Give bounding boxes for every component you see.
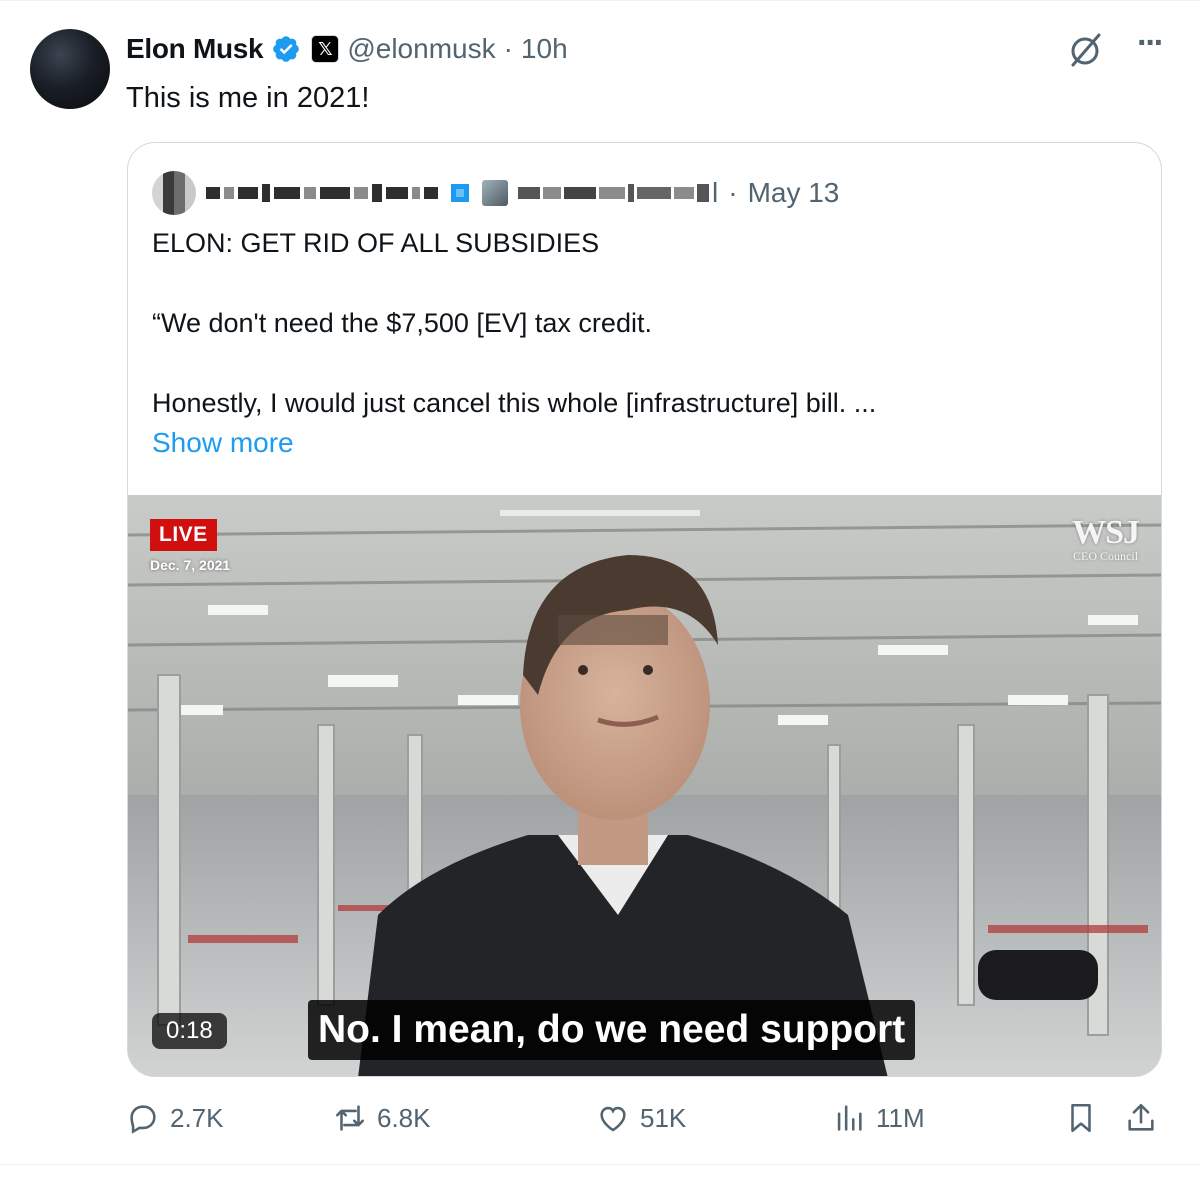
like-button[interactable]: 51K [596, 1101, 686, 1135]
quoted-handle-tail: l [712, 177, 719, 208]
quoted-tweet[interactable]: l · May 13 ELON: GET RID OF ALL SUBSIDIE… [127, 142, 1162, 1077]
quoted-tweet-header: l · May 13 [152, 171, 839, 215]
reply-button[interactable]: 2.7K [126, 1101, 224, 1135]
tweet-text: This is me in 2021! [126, 82, 370, 114]
verified-badge-icon [273, 36, 300, 62]
tweet-divider [0, 1164, 1200, 1165]
quoted-date[interactable]: May 13 [748, 177, 840, 209]
quoted-date-separator: · [728, 177, 738, 208]
quoted-line-2: “We don't need the $7,500 [EV] tax credi… [152, 308, 652, 338]
heart-icon [600, 1106, 626, 1132]
quoted-author-avatar[interactable] [152, 171, 196, 215]
video-frame [128, 495, 1161, 1076]
quoted-tweet-text: ELON: GET RID OF ALL SUBSIDIES “We don't… [152, 223, 1132, 463]
retweet-button[interactable]: 6.8K [333, 1101, 431, 1135]
bookmark-button[interactable] [1064, 1101, 1098, 1135]
reply-icon [130, 1105, 156, 1134]
wsj-logo: WSJ CEO Council [1072, 514, 1140, 564]
quoted-headline: ELON: GET RID OF ALL SUBSIDIES [152, 228, 600, 258]
tweet-top-actions: ··· [1065, 26, 1165, 71]
x-affiliation-badge[interactable]: 𝕏 [311, 35, 340, 63]
views-count: 11M [876, 1102, 925, 1133]
tweet[interactable]: Elon Musk 𝕏 @elonmusk · 10h ··· This is … [0, 0, 1200, 1178]
quoted-verified-badge-icon [451, 184, 469, 202]
quoted-author-handle-redacted[interactable]: l [518, 177, 718, 209]
quoted-affiliation-badge[interactable] [482, 180, 508, 206]
tweet-timestamp[interactable]: 10h [521, 33, 568, 65]
views-button[interactable]: 11M [832, 1101, 925, 1135]
show-more-link[interactable]: Show more [152, 423, 1132, 463]
views-icon [837, 1105, 862, 1131]
retweet-count: 6.8K [377, 1102, 431, 1133]
video-date-overlay: Dec. 7, 2021 [150, 557, 231, 573]
author-avatar[interactable] [30, 29, 110, 109]
video-caption: No. I mean, do we need support [308, 1000, 916, 1060]
live-badge: LIVE [150, 519, 217, 551]
author-name[interactable]: Elon Musk [126, 33, 264, 65]
bookmark-icon [1071, 1103, 1091, 1133]
video-player[interactable]: LIVE Dec. 7, 2021 WSJ CEO Council 0:18 N… [128, 495, 1161, 1076]
share-icon [1128, 1103, 1154, 1131]
like-count: 51K [640, 1102, 687, 1133]
author-handle[interactable]: @elonmusk [347, 33, 495, 65]
grok-icon[interactable] [1065, 29, 1107, 71]
tweet-header: Elon Musk 𝕏 @elonmusk · 10h [126, 31, 568, 67]
quoted-author-name-redacted[interactable] [206, 184, 438, 202]
video-duration: 0:18 [152, 1013, 227, 1049]
tweet-actions: 2.7K 6.8K 51K 11M [126, 1101, 1166, 1145]
meta-separator: · [503, 33, 513, 64]
reply-count: 2.7K [170, 1102, 224, 1133]
more-icon[interactable]: ··· [1137, 26, 1165, 60]
retweet-icon [335, 1105, 365, 1131]
share-button[interactable] [1124, 1101, 1158, 1135]
quoted-line-3: Honestly, I would just cancel this whole… [152, 388, 877, 418]
